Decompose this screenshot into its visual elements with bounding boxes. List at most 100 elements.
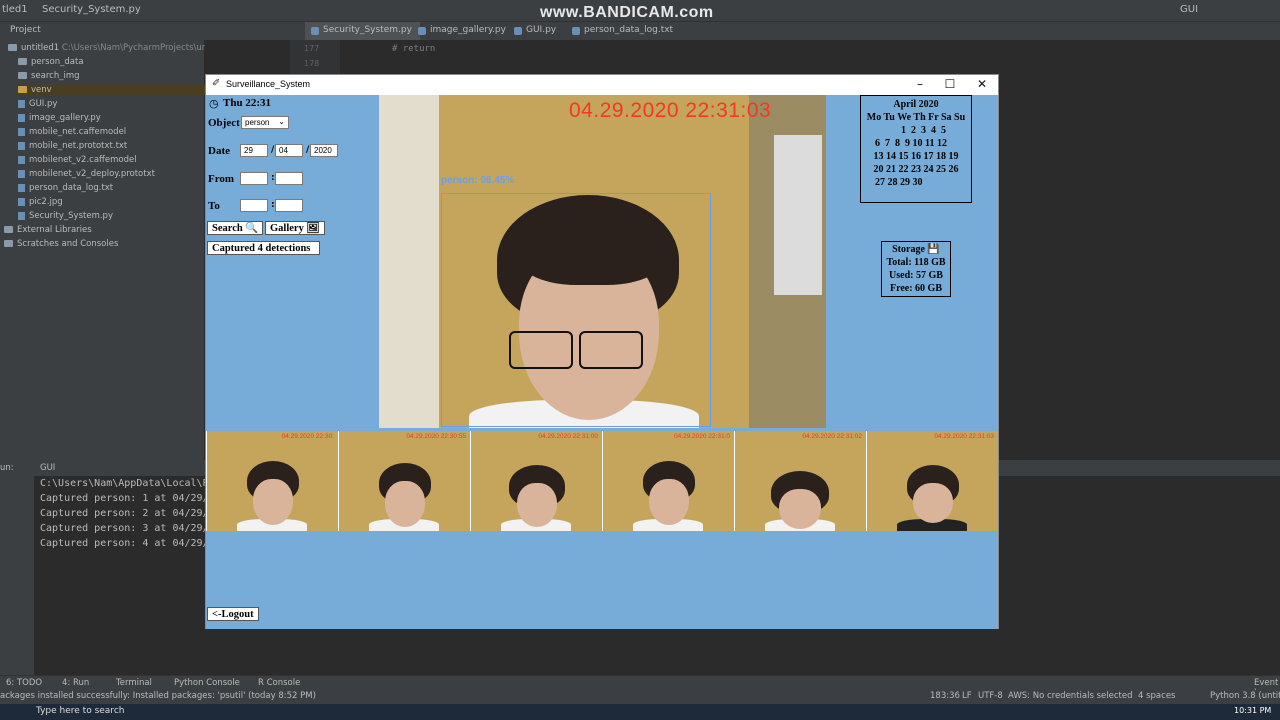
capture-thumbnails: 04.29.2020 22:30: 04.29.2020 22:30:55 04… <box>206 431 998 531</box>
tree-item-mobilenet-v2-caffemodel[interactable]: mobilenet_v2.caffemodel <box>18 155 137 165</box>
tab-todo[interactable]: 6: TODO <box>6 678 42 688</box>
calendar-week: 13 14 15 16 17 18 19 <box>873 151 959 162</box>
console-line: Captured person: 4 at 04/29/20 <box>40 538 221 549</box>
tree-item-gui-py[interactable]: GUI.py <box>18 99 57 109</box>
text-file-icon <box>18 183 25 192</box>
logout-button[interactable]: <-Logout <box>207 607 259 621</box>
tab-image-gallery[interactable]: image_gallery.py <box>412 22 514 40</box>
console-line: Captured person: 1 at 04/29/20 <box>40 493 221 504</box>
detections-status: Captured 4 detections <box>207 241 320 255</box>
thumbnail-timestamp: 04.29.2020 22:31:00 <box>538 433 598 440</box>
tree-item-person-data[interactable]: person_data <box>18 57 84 67</box>
capture-thumbnail[interactable]: 04.29.2020 22:31:03 <box>867 431 998 531</box>
capture-thumbnail[interactable]: 04.29.2020 22:30: <box>207 431 338 531</box>
console-line: C:\Users\Nam\AppData\Local\Pro <box>40 478 221 489</box>
code-comment: # return <box>392 44 436 54</box>
date-month-input[interactable]: 04 <box>275 144 303 157</box>
python-file-icon <box>18 99 25 108</box>
tree-item-mobile-net-prototxt[interactable]: mobile_net.prototxt.txt <box>18 141 127 151</box>
tab-run[interactable]: 4: Run <box>62 678 89 688</box>
cursor-position[interactable]: 183:36 <box>930 691 960 701</box>
minimize-button[interactable]: – <box>910 77 930 92</box>
project-view-label[interactable]: Project <box>10 25 41 35</box>
file-icon <box>18 141 25 150</box>
tree-item-person-data-log[interactable]: person_data_log.txt <box>18 183 113 193</box>
clock-icon: ◷ <box>209 97 219 110</box>
file-icon <box>18 127 25 136</box>
tree-item-pic2[interactable]: pic2.jpg <box>18 197 63 207</box>
tree-item-search-img[interactable]: search_img <box>18 71 80 81</box>
python-file-icon <box>418 27 426 35</box>
tree-item-external-libraries[interactable]: External Libraries <box>4 225 92 235</box>
tab-python-console[interactable]: Python Console <box>174 678 240 688</box>
tree-item-scratches[interactable]: Scratches and Consoles <box>4 239 118 249</box>
capture-thumbnail[interactable]: 04.29.2020 22:31:0 <box>603 431 734 531</box>
search-button[interactable]: Search 🔍 <box>207 221 264 235</box>
windows-taskbar: Type here to search 10:31 PM <box>0 704 1280 720</box>
gallery-button[interactable]: Gallery 🖼 <box>265 221 325 235</box>
calendar-week: 1 2 3 4 5 <box>901 125 946 136</box>
thumbnail-timestamp: 04.29.2020 22:30:55 <box>406 433 466 440</box>
thumbnail-timestamp: 04.29.2020 22:31:0 <box>673 433 730 440</box>
to-label: To <box>208 200 220 212</box>
tree-item-untitled1[interactable]: untitled1 C:\Users\Nam\PycharmProjects\u… <box>8 43 235 53</box>
indent-setting[interactable]: 4 spaces <box>1138 691 1175 701</box>
run-config-select[interactable]: GUI <box>1180 4 1198 15</box>
tab-terminal[interactable]: Terminal <box>116 678 152 688</box>
aws-status[interactable]: AWS: No credentials selected <box>1008 691 1132 701</box>
date-label: Date <box>208 145 230 157</box>
to-minute-input[interactable] <box>275 199 303 212</box>
python-file-icon <box>311 27 319 35</box>
folder-icon <box>18 58 27 65</box>
from-label: From <box>208 173 235 185</box>
console-line: Captured person: 3 at 04/29/20 <box>40 523 221 534</box>
status-message: ackages installed successfully: Installe… <box>0 691 316 701</box>
line-separator[interactable]: LF <box>962 691 972 701</box>
project-tree-panel: untitled1 C:\Users\Nam\PycharmProjects\u… <box>0 40 235 460</box>
tab-security-system[interactable]: Security_System.py <box>305 22 420 40</box>
app-window-title: Surveillance_System <box>226 79 311 89</box>
tab-person-data-log[interactable]: person_data_log.txt <box>566 22 681 40</box>
file-encoding[interactable]: UTF-8 <box>978 691 1003 701</box>
app-title-bar[interactable]: ✐ Surveillance_System – ☐ ✕ <box>206 75 998 95</box>
file-icon <box>18 155 25 164</box>
folder-icon <box>18 72 27 79</box>
ide-bottom-tool-tabs: 6: TODO 4: Run Terminal Python Console R… <box>0 675 1280 698</box>
maximize-button[interactable]: ☐ <box>940 77 960 92</box>
ide-file-name: Security_System.py <box>42 4 141 15</box>
tree-item-image-gallery[interactable]: image_gallery.py <box>18 113 101 123</box>
run-tab-gui[interactable]: GUI <box>40 463 55 473</box>
python-file-icon <box>514 27 522 35</box>
ide-project-name: tled1 <box>2 4 28 15</box>
folder-icon <box>18 86 27 93</box>
detection-bounding-box <box>441 193 711 427</box>
object-select[interactable]: person ⌄ <box>241 116 289 129</box>
tree-item-security-system[interactable]: Security_System.py <box>18 211 113 221</box>
tree-item-mobilenet-v2-deploy[interactable]: mobilenet_v2_deploy.prototxt <box>18 169 155 179</box>
tree-item-venv[interactable]: venv <box>18 85 205 95</box>
clock-label: Thu 22:31 <box>223 97 271 109</box>
window-panel <box>774 135 822 295</box>
from-minute-input[interactable] <box>275 172 303 185</box>
capture-thumbnail[interactable]: 04.29.2020 22:30:55 <box>339 431 470 531</box>
tree-item-mobile-net-caffemodel[interactable]: mobile_net.caffemodel <box>18 127 126 137</box>
to-hour-input[interactable] <box>240 199 268 212</box>
from-hour-input[interactable] <box>240 172 268 185</box>
close-button[interactable]: ✕ <box>972 77 992 92</box>
calendar-week: 27 28 29 30 <box>875 177 923 188</box>
date-day-input[interactable]: 29 <box>240 144 268 157</box>
capture-thumbnail[interactable]: 04.29.2020 22:31:02 <box>735 431 866 531</box>
library-icon <box>4 226 13 233</box>
calendar-week: 20 21 22 23 24 25 26 <box>873 164 959 175</box>
app-body: ◷ Thu 22:31 Object person ⌄ Date 29 / 04… <box>206 95 998 629</box>
folder-icon <box>8 44 17 51</box>
tab-gui[interactable]: GUI.py <box>508 22 564 40</box>
tab-r-console[interactable]: R Console <box>258 678 300 688</box>
date-year-input[interactable]: 2020 <box>310 144 338 157</box>
capture-thumbnail[interactable]: 04.29.2020 22:31:00 <box>471 431 602 531</box>
feather-icon: ✐ <box>212 78 221 89</box>
thumbnail-timestamp: 04.29.2020 22:31:02 <box>802 433 862 440</box>
storage-free: Free: 60 GB <box>889 283 943 294</box>
taskbar-search[interactable]: Type here to search <box>36 706 124 716</box>
python-interpreter[interactable]: Python 3.8 (untitle <box>1210 691 1280 701</box>
